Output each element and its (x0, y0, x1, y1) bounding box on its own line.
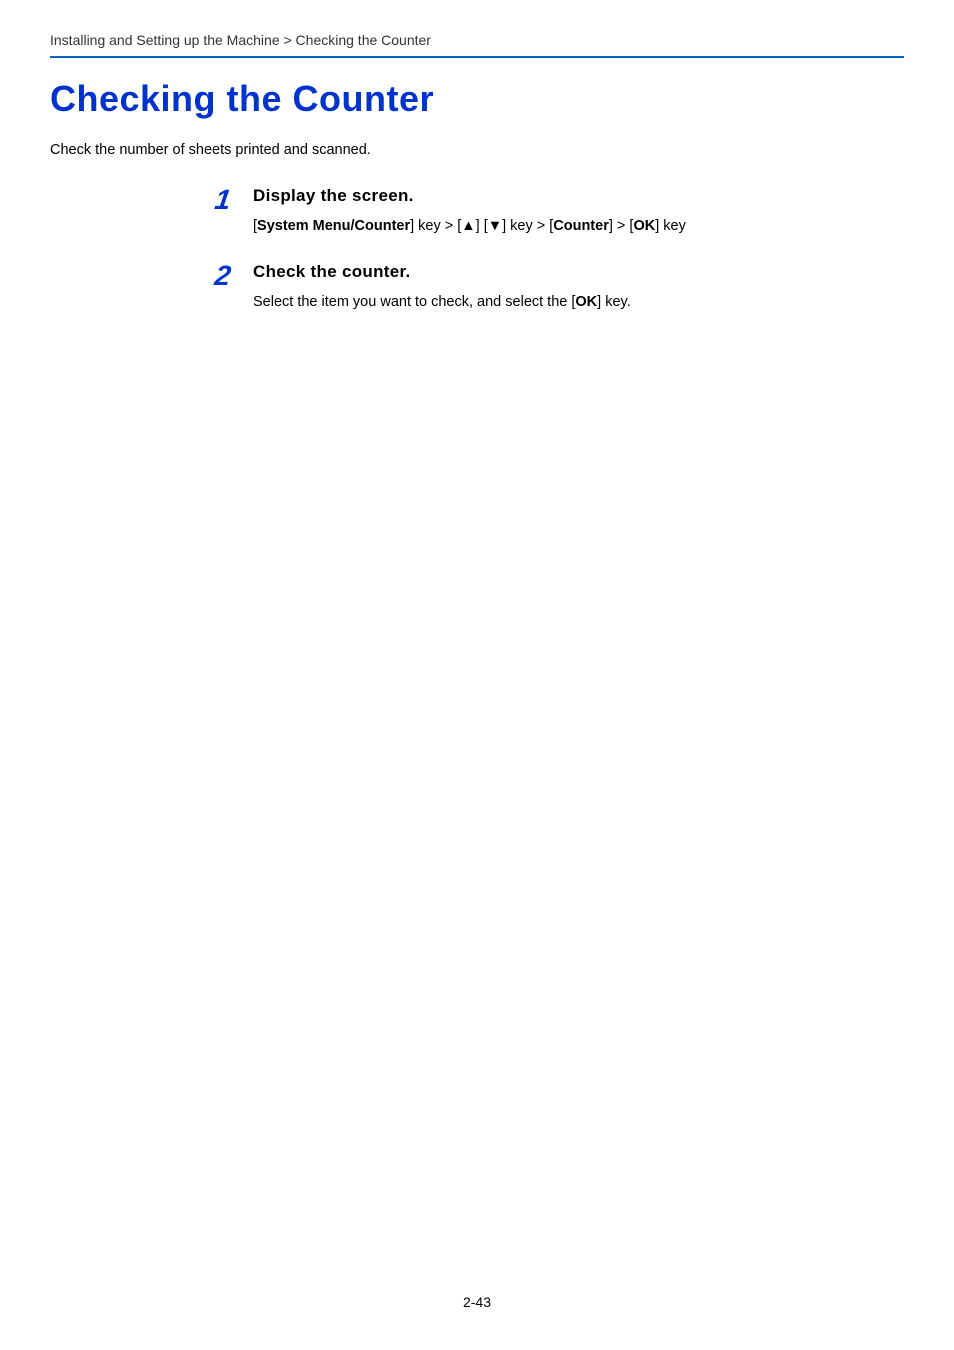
page-number: 2-43 (0, 1294, 954, 1310)
page-title: Checking the Counter (50, 78, 904, 120)
step-content: Display the screen. [System Menu/Counter… (253, 186, 904, 238)
step-text: Select the item you want to check, and s… (253, 292, 904, 314)
divider (50, 56, 904, 58)
step-number: 2 (213, 262, 237, 290)
intro-text: Check the number of sheets printed and s… (50, 142, 904, 158)
step-1: 1 Display the screen. [System Menu/Count… (215, 186, 904, 238)
text-part: ] key (655, 218, 686, 234)
text-bold: OK (633, 218, 655, 234)
step-text: [System Menu/Counter] key > [▲] [▼] key … (253, 216, 904, 238)
text-part: ] key > [▲] [▼] key > [ (410, 218, 553, 234)
text-part: ] > [ (609, 218, 634, 234)
step-content: Check the counter. Select the item you w… (253, 262, 904, 314)
text-bold: System Menu/Counter (257, 218, 410, 234)
text-bold: OK (575, 294, 597, 310)
text-part: Select the item you want to check, and s… (253, 294, 575, 310)
breadcrumb: Installing and Setting up the Machine > … (50, 32, 904, 48)
text-bold: Counter (553, 218, 609, 234)
step-2: 2 Check the counter. Select the item you… (215, 262, 904, 314)
step-heading: Display the screen. (253, 186, 904, 206)
step-number: 1 (213, 186, 237, 214)
text-part: ] key. (597, 294, 631, 310)
step-heading: Check the counter. (253, 262, 904, 282)
page-content: Installing and Setting up the Machine > … (0, 0, 954, 314)
